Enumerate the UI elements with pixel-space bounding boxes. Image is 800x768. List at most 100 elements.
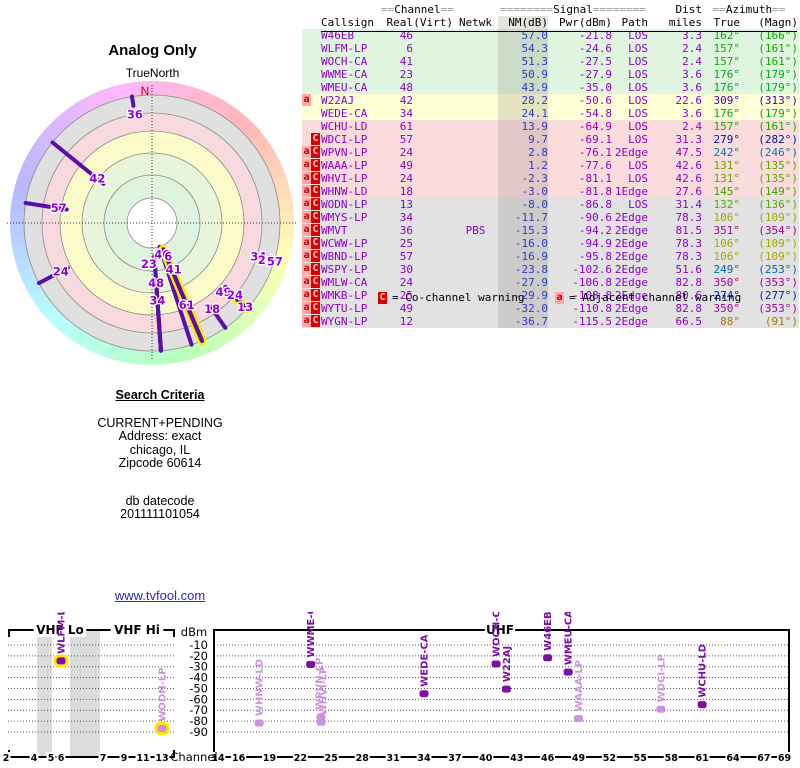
cell-virtual-channel xyxy=(413,185,453,198)
cell-virtual-channel xyxy=(413,81,453,94)
channel-tick-label: 69 xyxy=(778,753,791,764)
co-channel-warning-badge: C xyxy=(311,172,320,184)
cell-power-dbm: -76.1 xyxy=(548,146,612,159)
cell-network xyxy=(453,315,498,328)
cell-callsign: WEDE-CA xyxy=(321,107,381,120)
table-row: aCWHVI-LP24-2.3-81.1LOS42.6131°(135°) xyxy=(302,172,799,185)
cell-callsign: WCHU-LD xyxy=(321,120,381,133)
cell-virtual-channel xyxy=(413,107,453,120)
warning-legend: C= Co-channel warning a= Adjacent channe… xyxy=(302,291,799,307)
cell-miles: 82.8 xyxy=(648,276,702,289)
adjacent-channel-warning-badge: a xyxy=(302,250,311,262)
cell-miles: 2.4 xyxy=(648,120,702,133)
cell-network xyxy=(453,133,498,146)
cell-path: LOS xyxy=(612,172,648,185)
table-row: WEDE-CA3424.1-54.8LOS3.6176°(179°) xyxy=(302,107,799,120)
co-channel-warning-badge: C xyxy=(311,237,320,249)
cell-real-channel: 24 xyxy=(381,146,413,159)
channel-tick-label: 52 xyxy=(603,753,616,764)
chart-bar xyxy=(656,706,665,713)
table-header-groups: ==Channel==========Signal========Dist==A… xyxy=(302,3,799,16)
cell-miles: 78.3 xyxy=(648,211,702,224)
cell-network xyxy=(453,172,498,185)
bar-callsign-label: W46EB xyxy=(543,612,554,651)
cell-true-azimuth: 131° xyxy=(702,159,740,172)
tvfool-link[interactable]: www.tvfool.com xyxy=(115,588,205,603)
bar-callsign-label: WLFM-LP xyxy=(57,612,68,654)
cell-network xyxy=(453,146,498,159)
column-header: Callsign xyxy=(321,16,381,29)
cell-nm-db: -23.8 xyxy=(498,263,548,276)
cell-magnetic-azimuth: (135°) xyxy=(740,172,798,185)
cell-virtual-channel xyxy=(413,198,453,211)
cell-magnetic-azimuth: (253°) xyxy=(740,263,798,276)
cell-virtual-channel xyxy=(413,146,453,159)
cell-miles: 42.6 xyxy=(648,172,702,185)
cell-magnetic-azimuth: (135°) xyxy=(740,159,798,172)
table-row: aCWODN-LP13-8.0-86.8LOS31.4132°(136°) xyxy=(302,198,799,211)
tvfool-report-page: Analog Only TrueNorth 466412348423461572… xyxy=(0,0,800,768)
cell-miles: 42.6 xyxy=(648,159,702,172)
channel-tick-label: 40 xyxy=(479,753,493,764)
cell-real-channel: 42 xyxy=(381,94,413,107)
bar-callsign-label: WHVI-LP xyxy=(319,667,330,716)
cell-magnetic-azimuth: (353°) xyxy=(740,276,798,289)
bar-callsign-label: WWME-CA xyxy=(306,612,317,657)
radar-channel-label: 24 xyxy=(53,264,69,278)
cell-nm-db: 54.3 xyxy=(498,42,548,55)
cell-true-azimuth: 131° xyxy=(702,172,740,185)
cell-real-channel: 30 xyxy=(381,263,413,276)
column-header: miles xyxy=(648,16,702,29)
table-row: WOCH-CA4151.3-27.5LOS2.4157°(161°) xyxy=(302,55,799,68)
bar-callsign-label: W22AJ xyxy=(502,646,513,682)
cell-nm-db: 43.9 xyxy=(498,81,548,94)
cell-true-azimuth: 176° xyxy=(702,68,740,81)
cell-real-channel: 61 xyxy=(381,120,413,133)
cell-real-channel: 34 xyxy=(381,107,413,120)
cell-virtual-channel xyxy=(413,263,453,276)
chart-bar xyxy=(543,654,552,661)
table-row: aCWMYS-LP34-11.7-90.62Edge78.3106°(109°) xyxy=(302,211,799,224)
radar-channel-label: 61 xyxy=(179,298,195,312)
cell-virtual-channel xyxy=(413,250,453,263)
table-row: aCWAAA-LP491.2-77.6LOS42.6131°(135°) xyxy=(302,159,799,172)
channel-tick-label: 13 xyxy=(155,753,168,764)
adjacent-channel-warning-badge: a xyxy=(302,237,311,249)
co-channel-warning-badge: C xyxy=(311,315,320,327)
cell-path: 2Edge xyxy=(612,250,648,263)
cell-virtual-channel xyxy=(413,120,453,133)
bar-callsign-label: WODN-LP xyxy=(158,667,169,721)
channel-tick-label: 2 xyxy=(3,753,10,764)
table-row: CWDCI-LP579.7-69.1LOS31.3279°(282°) xyxy=(302,133,799,146)
radar-channel-label: 48 xyxy=(148,276,164,290)
cell-true-azimuth: 350° xyxy=(702,276,740,289)
cell-true-azimuth: 351° xyxy=(702,224,740,237)
radar-plot: 46641234842346157244924181334362557 xyxy=(2,73,302,373)
table-row: WMEU-CA4843.9-35.0LOS3.6176°(179°) xyxy=(302,81,799,94)
cell-nm-db: -16.9 xyxy=(498,250,548,263)
azimuth-hue-ring-segment xyxy=(10,222,24,235)
cell-power-dbm: -86.8 xyxy=(548,198,612,211)
table-group-header: ==Azimuth== xyxy=(702,3,796,16)
cell-true-azimuth: 176° xyxy=(702,81,740,94)
dbm-tick-label: -90 xyxy=(189,725,208,739)
azimuth-hue-ring-segment xyxy=(139,350,152,365)
azimuth-hue-ring-segment xyxy=(280,211,294,224)
chart-bar xyxy=(57,657,66,664)
cell-power-dbm: -35.0 xyxy=(548,81,612,94)
cell-power-dbm: -27.9 xyxy=(548,68,612,81)
cell-path: LOS xyxy=(612,55,648,68)
cell-path: 2Edge xyxy=(612,276,648,289)
radar-title: Analog Only xyxy=(0,42,305,59)
radar-channel-label: 57 xyxy=(51,201,67,215)
bar-callsign-label: WAAA-LP xyxy=(574,660,585,712)
cell-callsign: WMVT xyxy=(321,224,381,237)
channel-tick-label: 16 xyxy=(232,753,246,764)
adjacent-channel-warning-badge: a xyxy=(302,276,311,288)
cell-magnetic-azimuth: (161°) xyxy=(740,120,798,133)
cell-callsign: WPVN-LP xyxy=(321,146,381,159)
table-row: aCWMVT36PBS-15.3-94.22Edge81.5351°(354°) xyxy=(302,224,799,237)
cell-power-dbm: -54.8 xyxy=(548,107,612,120)
cell-network xyxy=(453,81,498,94)
cell-nm-db: -27.9 xyxy=(498,276,548,289)
